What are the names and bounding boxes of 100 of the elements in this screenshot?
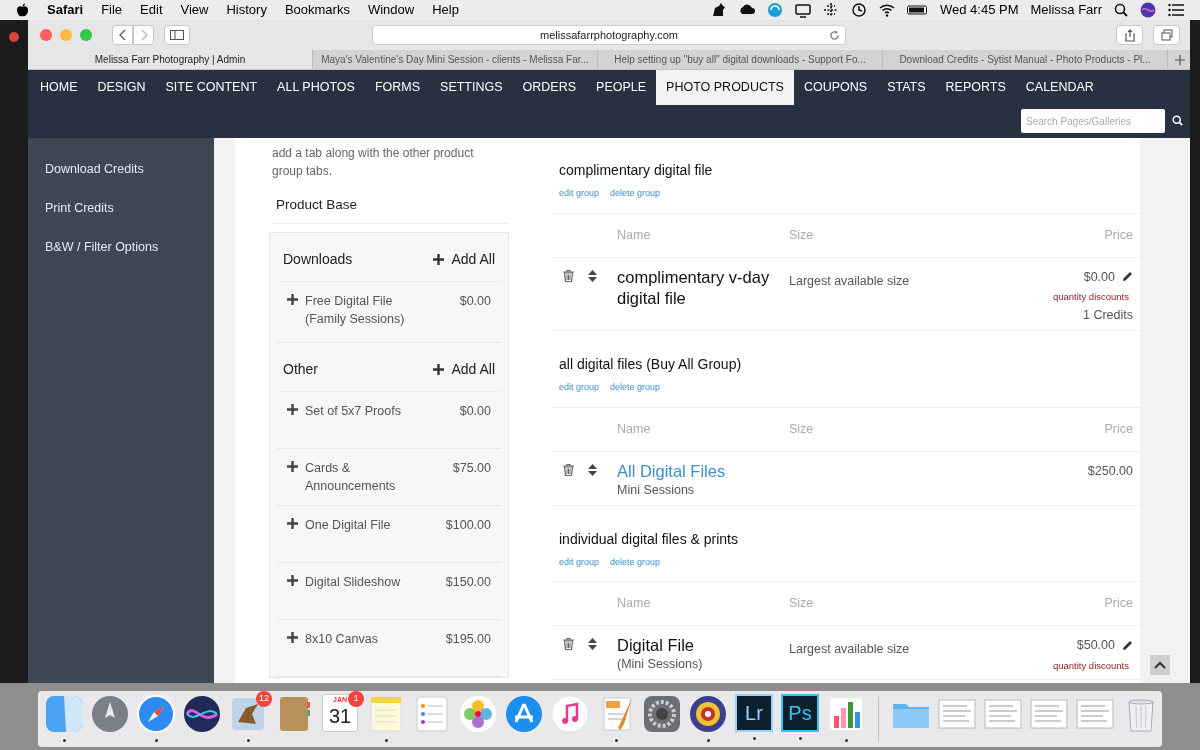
menu-item[interactable]: History: [226, 0, 267, 20]
quantity-discounts-link[interactable]: quantity discounts: [1052, 660, 1129, 672]
ps-app-icon[interactable]: Ps: [781, 694, 819, 732]
chevron-up-icon[interactable]: [1154, 661, 1166, 669]
delete-group-link[interactable]: delete group: [610, 555, 661, 570]
plus-icon[interactable]: [287, 575, 298, 586]
wifi-icon[interactable]: [878, 2, 895, 18]
nav-tab[interactable]: PHOTO PRODUCTS: [656, 70, 794, 105]
trash-icon[interactable]: [563, 638, 574, 651]
nav-tab[interactable]: CALENDAR: [1015, 70, 1104, 105]
chevron-left-icon[interactable]: [118, 29, 127, 41]
search-icon[interactable]: [1172, 115, 1183, 126]
list-icon[interactable]: [1168, 3, 1184, 17]
trash-icon[interactable]: [563, 269, 574, 282]
menu-item[interactable]: Edit: [140, 0, 163, 20]
siri-icon[interactable]: [1140, 2, 1156, 18]
plus-icon[interactable]: [287, 404, 298, 415]
music-note-icon[interactable]: [550, 694, 590, 734]
reload-icon[interactable]: [829, 30, 840, 41]
product-subtitle: Mini Sessions: [617, 481, 696, 498]
menu-item[interactable]: Window: [367, 0, 415, 20]
delete-group-link[interactable]: delete group: [610, 381, 661, 395]
tabs-icon[interactable]: [1160, 29, 1173, 41]
dog-icon[interactable]: [710, 2, 727, 18]
product-price: $150.00: [445, 574, 491, 591]
delete-group-link[interactable]: delete group: [610, 187, 661, 201]
plus-icon[interactable]: [433, 253, 445, 265]
add-all-button[interactable]: Add All: [433, 248, 495, 270]
nav-tab[interactable]: DESIGN: [87, 70, 156, 105]
app-store-icon[interactable]: [504, 694, 544, 734]
column-header: Size: [789, 595, 815, 613]
pencil-icon[interactable]: [1122, 640, 1133, 652]
sort-icon[interactable]: [588, 269, 597, 282]
edit-group-link[interactable]: edit group: [559, 381, 600, 395]
share-icon[interactable]: [1124, 28, 1135, 42]
search-field[interactable]: Search Pages/Galleries: [1021, 109, 1165, 133]
nav-tab[interactable]: SETTINGS: [430, 70, 513, 105]
group-title: individual digital files & prints: [558, 529, 739, 549]
nav-tab[interactable]: PEOPLE: [586, 70, 657, 105]
menu-item[interactable]: Help: [432, 0, 459, 20]
flower-icon[interactable]: [458, 694, 498, 734]
size-text: Largest available size: [789, 273, 910, 288]
scroll-top-button[interactable]: [1150, 655, 1170, 675]
sync-icon[interactable]: [766, 2, 783, 18]
menu-item[interactable]: View: [180, 0, 209, 20]
user-name[interactable]: Melissa Farr: [1030, 0, 1102, 20]
edit-group-link[interactable]: edit group: [559, 555, 600, 570]
sort-icon[interactable]: [588, 638, 597, 651]
clock-icon[interactable]: [850, 2, 867, 18]
new-tab-icon[interactable]: [1175, 54, 1185, 65]
search-icon[interactable]: [1114, 3, 1128, 17]
apple-icon[interactable]: [16, 2, 29, 18]
nav-tab[interactable]: COUPONS: [793, 70, 878, 105]
sidebar-item[interactable]: B&W / Filter Options: [45, 237, 214, 257]
plus-icon[interactable]: [287, 461, 298, 472]
column-header: Size: [789, 226, 815, 244]
nav-tab[interactable]: REPORTS: [935, 70, 1016, 105]
sidebar-icon[interactable]: [170, 30, 184, 40]
sidebar-item[interactable]: Print Credits: [45, 198, 214, 218]
grid-icon[interactable]: [822, 2, 839, 18]
gear-icon[interactable]: [642, 694, 682, 734]
edit-group-link[interactable]: edit group: [559, 187, 600, 201]
back-button[interactable]: [112, 25, 133, 45]
lr-app-icon[interactable]: Lr: [735, 694, 773, 732]
group-title: complimentary digital file: [558, 161, 714, 180]
plus-icon[interactable]: [433, 363, 445, 375]
sort-icon[interactable]: [588, 463, 597, 476]
nav-tab[interactable]: SITE CONTENT: [155, 70, 268, 105]
screen-icon[interactable]: [794, 2, 811, 18]
compass-icon[interactable]: [136, 694, 176, 734]
column-header: Name: [617, 595, 652, 613]
nav-tab[interactable]: ORDERS: [512, 70, 587, 105]
pencil-icon[interactable]: [1122, 271, 1133, 283]
menu-item[interactable]: File: [101, 0, 123, 20]
add-all-button[interactable]: Add All: [433, 358, 495, 380]
rocket-icon[interactable]: [90, 694, 130, 734]
trash-icon[interactable]: [563, 463, 574, 476]
tabs-button[interactable]: [1153, 25, 1180, 45]
product-link[interactable]: All Digital Files: [617, 460, 789, 482]
menu-item[interactable]: Bookmarks: [284, 0, 350, 20]
clock-text[interactable]: Wed 4:45 PM: [939, 0, 1019, 20]
app-menu[interactable]: Safari: [47, 0, 84, 20]
nav-tab[interactable]: HOME: [30, 70, 88, 105]
lens-icon[interactable]: [688, 694, 728, 734]
siri-icon[interactable]: [182, 694, 222, 734]
size-text: Largest available size: [789, 642, 910, 657]
nav-tab[interactable]: ALL PHOTOS: [267, 70, 365, 105]
column-header: Price: [1104, 595, 1133, 613]
product-name: Digital Slideshow: [305, 574, 402, 591]
nav-tab[interactable]: STATS: [877, 70, 936, 105]
plus-icon[interactable]: [287, 294, 298, 305]
sidebar-button[interactable]: [164, 25, 190, 45]
address-field[interactable]: melissafarrphotography.com: [372, 25, 846, 45]
plus-icon[interactable]: [287, 518, 298, 529]
nav-tab[interactable]: FORMS: [364, 70, 431, 105]
sidebar-item[interactable]: Download Credits: [45, 160, 214, 179]
browser-tab[interactable]: Melissa Farr Photography | Admin: [28, 50, 313, 69]
battery-icon[interactable]: [906, 2, 928, 18]
plus-icon[interactable]: [287, 632, 298, 643]
quantity-discounts-link[interactable]: quantity discounts: [1052, 291, 1129, 304]
